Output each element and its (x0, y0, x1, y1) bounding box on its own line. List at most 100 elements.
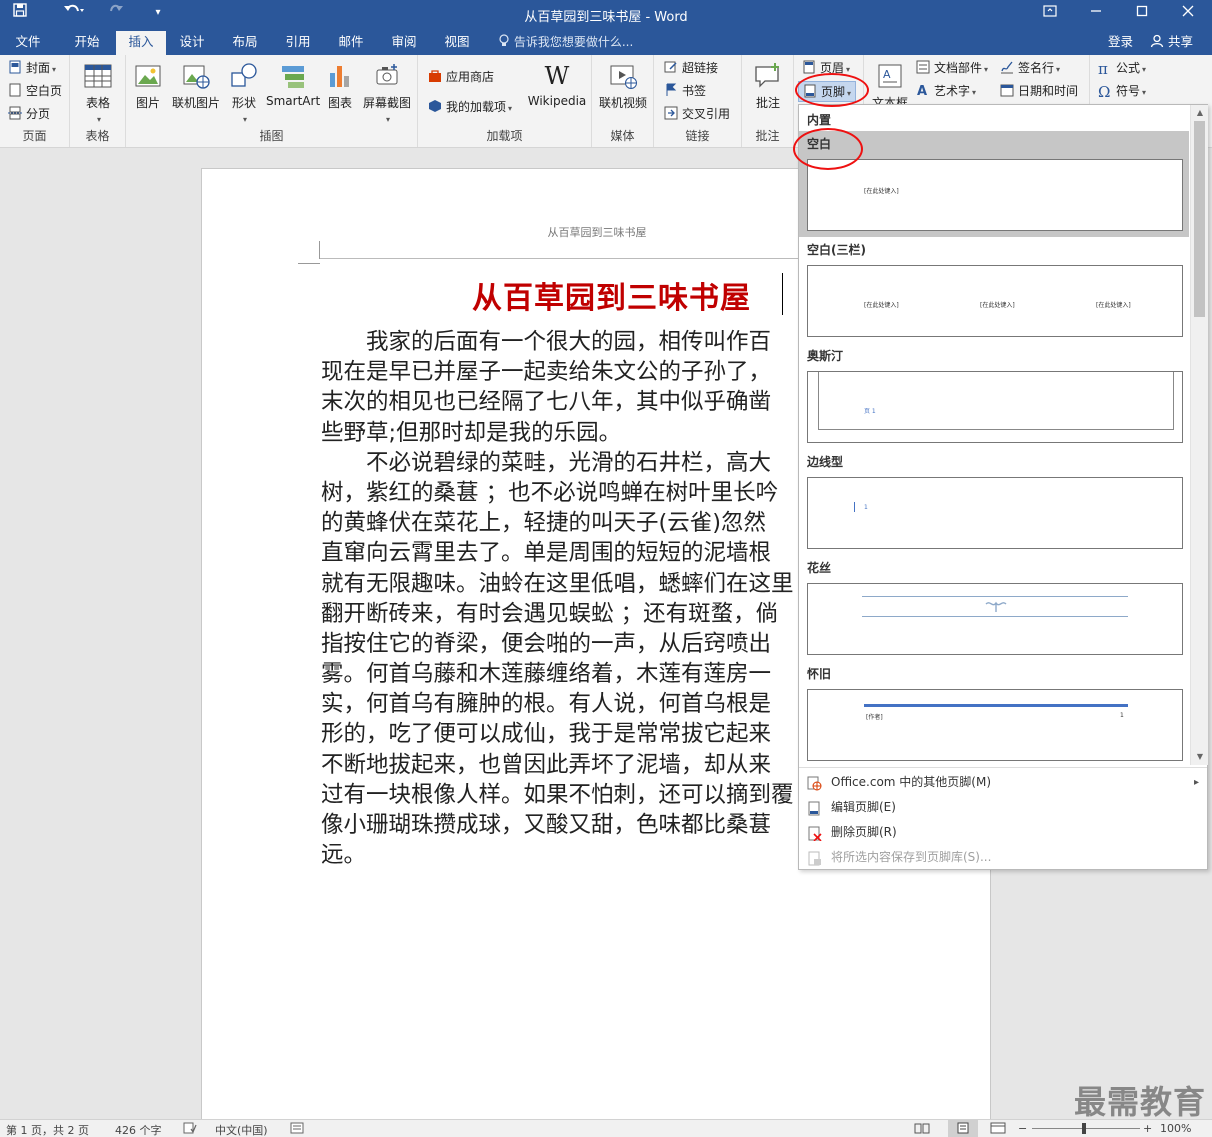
group-links: 超链接 书签 交叉引用 链接 (654, 55, 742, 147)
scroll-up-icon[interactable]: ▲ (1191, 105, 1209, 121)
chart-button[interactable]: 图表 (324, 61, 356, 111)
customize-qat-icon[interactable]: ▾ (146, 2, 170, 24)
zoom-slider-thumb[interactable] (1082, 1123, 1086, 1134)
scrollbar-thumb[interactable] (1194, 121, 1205, 317)
table-icon (83, 61, 113, 91)
footer-option-filigree[interactable]: 花丝 (799, 557, 1189, 657)
print-layout-icon[interactable] (948, 1120, 978, 1137)
hyperlink-button[interactable]: 超链接 (664, 58, 718, 79)
store-button[interactable]: 应用商店 (428, 67, 494, 88)
online-picture-button[interactable]: 联机图片 (170, 61, 222, 111)
pi-icon: π (1098, 60, 1108, 78)
header-icon (802, 60, 816, 74)
smartart-button[interactable]: SmartArt (266, 61, 320, 108)
document-line: 现在是早已并屋子一起卖给朱文公的子孙了， (321, 359, 772, 386)
page-break-button[interactable]: 分页 (8, 104, 50, 125)
quickparts-button[interactable]: 文档部件 ▾ (916, 58, 988, 79)
read-mode-icon[interactable] (914, 1122, 930, 1137)
document-line: 指按住它的脊梁，便会啪的一声，从后窍喷出 (321, 630, 772, 657)
tab-home[interactable]: 开始 (62, 31, 112, 55)
language[interactable]: 中文(中国) (215, 1122, 268, 1137)
tell-me-box[interactable]: 告诉我您想要做什么... (498, 31, 633, 53)
signin-link[interactable]: 登录 (1108, 31, 1133, 53)
save-icon[interactable] (6, 2, 34, 24)
document-line: 像小珊瑚珠攒成球，又酸又甜，色味都比桑葚 (321, 812, 772, 838)
tab-references[interactable]: 引用 (276, 31, 320, 55)
undo-icon[interactable] (56, 2, 92, 24)
redo-icon[interactable] (104, 2, 128, 24)
shapes-button[interactable]: 形状 ▾ (226, 61, 262, 125)
gallery-scrollbar[interactable]: ▲ ▼ (1190, 105, 1208, 765)
tab-review[interactable]: 审阅 (382, 31, 426, 55)
comment-button[interactable]: 批注 (750, 61, 786, 111)
picture-icon (133, 61, 163, 91)
crossref-button[interactable]: 交叉引用 (664, 104, 730, 125)
ribbon-display-icon[interactable] (1027, 0, 1073, 27)
footer-preview (807, 583, 1183, 655)
footer-option-sideline[interactable]: 边线型 1 (799, 451, 1189, 551)
zoom-out-button[interactable]: − (1018, 1122, 1027, 1135)
blank-page-icon (8, 83, 22, 97)
filigree-line-bottom (862, 616, 1128, 617)
equation-button[interactable]: π 公式 ▾ (1098, 58, 1146, 79)
zoom-in-button[interactable]: + (1143, 1122, 1152, 1135)
picture-button[interactable]: 图片 (132, 61, 164, 111)
signature-line-button[interactable]: 签名行 ▾ (1000, 58, 1060, 79)
online-video-button[interactable]: 联机视频 (596, 61, 650, 111)
footer-option-retrospect[interactable]: 怀旧 [作者] 1 (799, 663, 1189, 763)
footer-option-austin[interactable]: 奥斯汀 页 1 (799, 345, 1189, 445)
scroll-down-icon[interactable]: ▼ (1191, 749, 1209, 765)
web-layout-icon[interactable] (990, 1122, 1006, 1137)
document-body[interactable]: 我家的后面有一个很大的园，相传叫作百 现在是早已并屋子一起卖给朱文公的子孙了， 末次… (321, 327, 801, 870)
table-button[interactable]: 表格 ▾ (80, 61, 116, 125)
minimize-icon[interactable] (1073, 0, 1119, 27)
omega-icon: Ω (1098, 83, 1111, 101)
footer-option-blank-three-column[interactable]: 空白(三栏) [在此处键入] [在此处键入] [在此处键入] (799, 239, 1189, 339)
wikipedia-button[interactable]: W Wikipedia (524, 61, 590, 108)
filigree-ornament-icon (984, 598, 1008, 614)
group-comments: 批注 批注 (742, 55, 794, 147)
tab-view[interactable]: 视图 (435, 31, 479, 55)
screenshot-icon (372, 61, 402, 91)
more-footers-office-item[interactable]: Office.com 中的其他页脚(M) ▸ (799, 770, 1207, 795)
document-line: 雾。何首乌藤和木莲藤缠络着，木莲有莲房一 (321, 661, 772, 688)
maximize-icon[interactable] (1119, 0, 1165, 27)
datetime-button[interactable]: 日期和时间 (1000, 81, 1078, 102)
proofing-icon[interactable] (183, 1122, 197, 1137)
remove-footer-item[interactable]: 删除页脚(R) (799, 820, 1207, 845)
textbox-icon: A (875, 61, 905, 91)
blank-page-button[interactable]: 空白页 (8, 81, 62, 102)
tab-mailings[interactable]: 邮件 (329, 31, 373, 55)
symbol-button[interactable]: Ω 符号 ▾ (1098, 81, 1146, 102)
document-title: 从百草园到三味书屋 (472, 281, 751, 316)
tab-layout[interactable]: 布局 (223, 31, 267, 55)
my-addins-button[interactable]: 我的加载项 ▾ (428, 97, 512, 118)
zoom-slider-track[interactable] (1032, 1128, 1140, 1129)
save-selection-to-gallery-item[interactable]: 将所选内容保存到页脚库(S)... (799, 845, 1207, 870)
highlight-circle-footer-button (795, 73, 869, 107)
chevron-right-icon: ▸ (1193, 777, 1199, 788)
svg-text:A: A (883, 68, 891, 81)
chart-icon (325, 61, 355, 91)
addins-icon (428, 99, 442, 113)
wordart-button[interactable]: A 艺术字 ▾ (916, 81, 976, 102)
tab-file[interactable]: 文件 (6, 31, 50, 55)
tab-insert[interactable]: 插入 (116, 31, 166, 55)
share-button[interactable]: 共享 (1150, 31, 1193, 53)
document-line: 形的，吃了便可以成仙，我于是常常拔它起来 (321, 721, 772, 748)
cover-page-icon (8, 60, 22, 74)
title-bar: ▾ 从百草园到三味书屋 - Word (0, 0, 1212, 27)
tab-design[interactable]: 设计 (170, 31, 214, 55)
footer-menu: Office.com 中的其他页脚(M) ▸ 编辑页脚(E) 删除页脚(R) 将… (799, 767, 1207, 869)
wikipedia-icon: W (544, 62, 570, 90)
macro-icon[interactable] (290, 1122, 304, 1137)
edit-footer-item[interactable]: 编辑页脚(E) (799, 795, 1207, 820)
close-icon[interactable] (1165, 0, 1211, 27)
screenshot-button[interactable]: 屏幕截图 ▾ (360, 61, 414, 125)
sideline-bar (854, 502, 855, 512)
cover-page-button[interactable]: 封面 ▾ (8, 58, 56, 79)
page-count[interactable]: 第 1 页，共 2 页 (6, 1122, 89, 1137)
zoom-level[interactable]: 100% (1160, 1122, 1191, 1135)
bookmark-button[interactable]: 书签 (664, 81, 706, 102)
word-count[interactable]: 426 个字 (115, 1122, 162, 1137)
